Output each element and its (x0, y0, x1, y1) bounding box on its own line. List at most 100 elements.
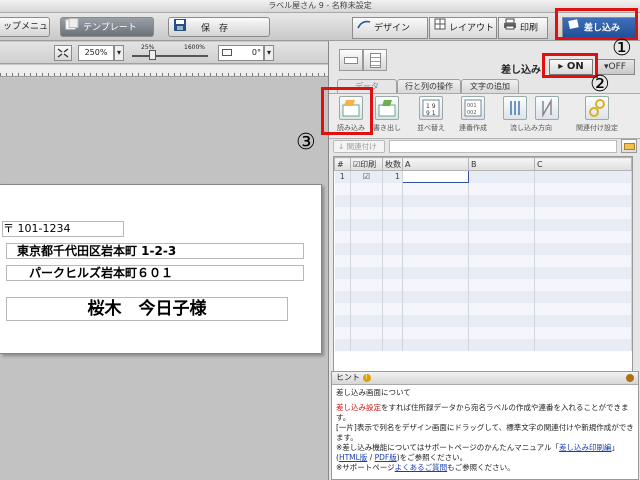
folder-icon (624, 143, 635, 150)
table-row (334, 254, 632, 267)
view-card-button[interactable] (339, 49, 363, 71)
label-preview[interactable]: 〒 101-1234 東京都千代田区岩本町 1-2-3 パークヒルズ岩本町６０１… (0, 184, 322, 354)
svg-text:002: 002 (467, 110, 477, 116)
list-view-icon (370, 53, 381, 68)
cell-a1[interactable] (402, 170, 469, 183)
print-checkbox[interactable]: ☑ (350, 170, 383, 183)
zoom-dropdown[interactable]: ▾ (114, 45, 124, 61)
save-button[interactable]: 保 存 (168, 17, 270, 37)
svg-text:1 9: 1 9 (426, 103, 436, 110)
merge-on-button[interactable]: ▸ ON (549, 59, 593, 75)
hint-p3-pre: ※差し込み機能についてはサポートページのかんたんマニュアル「 (336, 443, 560, 452)
folder-button[interactable] (621, 139, 637, 153)
flow-direction-icons (501, 96, 561, 120)
tab-print[interactable]: 印刷 (498, 17, 548, 39)
template-icon (65, 18, 79, 36)
col-header-c[interactable]: C (534, 157, 632, 171)
arrow-down-icon: ↓ (338, 142, 347, 151)
pen-icon (357, 18, 371, 38)
zoom-field[interactable]: 250% (78, 45, 114, 61)
col-header-num[interactable]: # (334, 157, 351, 171)
postal-code-field[interactable]: 〒 101-1234 (2, 221, 124, 237)
table-row (334, 290, 632, 303)
col-header-print-label: 印刷 (360, 159, 377, 169)
address-line2-field[interactable]: パークヒルズ岩本町６０１ (6, 265, 304, 281)
merge-on-label: ON (566, 61, 584, 72)
view-list-button[interactable] (363, 49, 387, 71)
window-title: ラベル屋さん 9 - 名称未設定 (0, 0, 640, 13)
rotation-dropdown[interactable]: ▾ (264, 45, 274, 61)
hint-p3-post: )をご参照ください。 (396, 453, 468, 462)
merge-off-label: OFF (608, 62, 626, 72)
data-tools: 読み込み 書き出し 1 99 1 並べ替え 001 002 連番作成 流し込み方向… (329, 93, 640, 139)
address-line1-field[interactable]: 東京都千代田区岩本町 1-2-3 (6, 243, 304, 259)
hint-p3-close: 」 (611, 443, 620, 452)
rotation-value: 0° (251, 48, 261, 57)
svg-text:001: 001 (467, 103, 477, 109)
table-row (334, 278, 632, 291)
table-row (334, 338, 632, 351)
col-header-print[interactable]: ☑印刷 (350, 157, 383, 171)
merge-icon (567, 18, 581, 38)
html-link[interactable]: HTML版 (339, 453, 367, 462)
top-menu-button[interactable]: ップメニュー (0, 17, 50, 37)
tab-data[interactable]: データ (337, 79, 397, 93)
tab-design[interactable]: デザイン (352, 17, 428, 39)
fit-view-button[interactable] (54, 45, 72, 61)
slider-thumb[interactable] (149, 50, 156, 60)
chevron-down-icon: ▾ (266, 48, 271, 57)
pdf-link[interactable]: PDF版 (375, 453, 397, 462)
merge-label: 差し込み (501, 65, 541, 76)
tab-add-text[interactable]: 文字の追加 (461, 79, 519, 93)
table-row (334, 218, 632, 231)
hint-paragraph-2: [一片]表示で列名をデザイン画面にドラッグして、標準文字の関連付けや新規作成がで… (336, 423, 634, 442)
flow-direction-button[interactable]: 流し込み方向 (501, 96, 559, 138)
table-row[interactable]: 1 ☑ 1 (334, 170, 632, 183)
chain-link-icon (585, 96, 609, 120)
flag-icon: ▸ (558, 61, 564, 72)
cell-c1[interactable] (534, 170, 632, 183)
table-row (334, 242, 632, 255)
rotation-field[interactable]: 0° (218, 45, 264, 61)
zoom-slider[interactable]: 25% 1600% (128, 44, 212, 62)
sequence-label: 連番作成 (459, 124, 487, 132)
rotate-icon (222, 49, 232, 56)
table-row (334, 230, 632, 243)
main-toolbar: ップメニュー テンプレート 保 存 デザイン レイアウト 印刷 差し込み (0, 8, 640, 41)
flow-vertical-icon (503, 96, 527, 120)
collapse-icon[interactable] (626, 374, 634, 382)
sequence-icon: 001 002 (461, 96, 485, 120)
sequence-button[interactable]: 001 002 連番作成 (447, 96, 499, 138)
merge-settings-link[interactable]: 差し込み設定 (336, 403, 381, 412)
tab-layout[interactable]: レイアウト (429, 17, 497, 39)
tab-print-label: 印刷 (520, 23, 539, 34)
link-button[interactable]: ↓ 関連付け (333, 140, 385, 153)
table-row (334, 194, 632, 207)
col-header-a[interactable]: A (402, 157, 469, 171)
slider-track (132, 55, 208, 57)
sort-icon: 1 99 1 (419, 96, 443, 120)
cell-b1[interactable] (468, 170, 535, 183)
tab-layout-label: レイアウト (449, 23, 495, 34)
annotation-2: ② (590, 72, 610, 97)
count-cell[interactable]: 1 (382, 170, 403, 183)
expand-icon (57, 48, 69, 58)
table-row (334, 266, 632, 279)
flow-zigzag-icon (535, 96, 559, 120)
tab-row-col[interactable]: 行と列の操作 (397, 79, 461, 93)
table-row (334, 326, 632, 339)
link-field[interactable] (389, 140, 617, 153)
hint-p4-post: もご参照ください。 (447, 463, 515, 472)
export-icon (375, 96, 399, 120)
link-settings-button[interactable]: 関連付け設定 (567, 96, 627, 138)
col-header-count[interactable]: 枚数 (382, 157, 403, 171)
col-header-b[interactable]: B (468, 157, 535, 171)
flow-direction-label: 流し込み方向 (510, 124, 552, 132)
hint-panel: ヒント ! 差し込み画面について 差し込み設定をすれば住所録データから宛名ラベル… (331, 371, 639, 480)
annotation-3: ③ (296, 130, 316, 155)
manual-link[interactable]: 差し込み印刷編 (559, 443, 612, 452)
table-row (334, 314, 632, 327)
recipient-name-field[interactable]: 桜木 今日子様 (6, 297, 288, 321)
faq-link[interactable]: よくあるご質問 (395, 463, 448, 472)
template-button[interactable]: テンプレート (60, 17, 154, 37)
